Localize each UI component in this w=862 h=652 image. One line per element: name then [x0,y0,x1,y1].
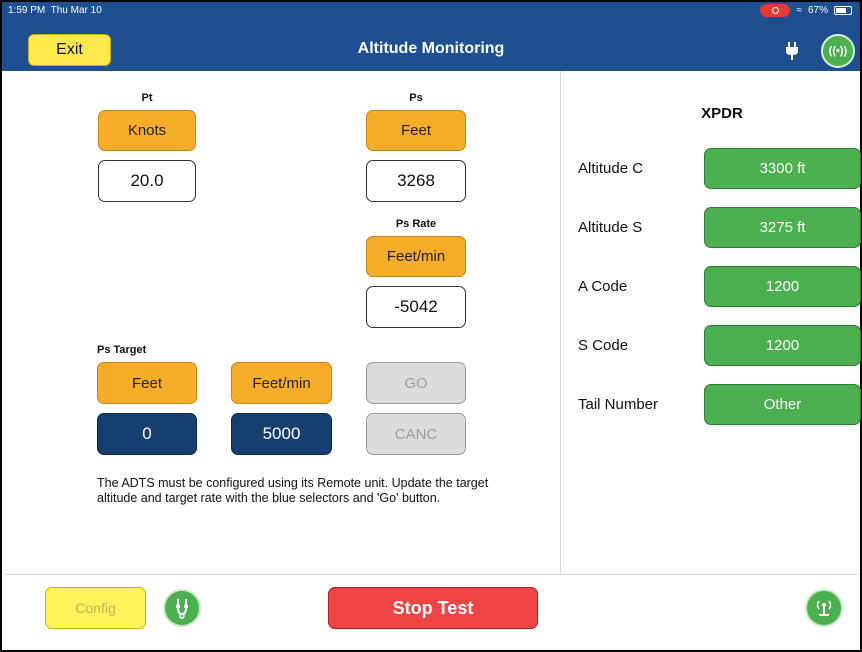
ps-label: Ps [409,92,423,104]
cable-connection-icon[interactable] [163,589,201,627]
cable-connection-glyph [176,599,188,619]
ps-target-label: Ps Target [97,344,147,356]
xpdr-row-label: Altitude C [578,160,644,177]
wireless-icon[interactable]: ((•)) [821,34,855,68]
wifi-icon: ≈ [796,5,802,16]
screen-record-icon [760,4,791,17]
battery-percent: 67% [807,5,828,16]
antenna-glyph [816,600,832,616]
xpdr-altitude-c-value[interactable]: 3300 ft [704,148,861,189]
xpdr-altitude-s-value[interactable]: 3275 ft [704,207,861,248]
ps-target-rate-unit-button[interactable]: Feet/min [231,362,332,404]
xpdr-s-code-value[interactable]: 1200 [704,325,861,366]
panel-divider [560,71,561,574]
footer-divider [4,574,860,575]
header-bar: 1:59 PM Thu Mar 10 ≈ 67% Exit Altitude M… [2,2,860,71]
stop-test-button[interactable]: Stop Test [328,587,538,629]
status-time-date: 1:59 PM Thu Mar 10 [8,5,102,16]
page-title: Altitude Monitoring [357,40,505,57]
config-button[interactable]: Config [45,587,146,629]
ps-unit-button[interactable]: Feet [366,110,466,151]
xpdr-row-label: Altitude S [578,219,643,236]
ps-rate-label: Ps Rate [395,218,437,230]
cancel-button[interactable]: CANC [366,413,466,455]
xpdr-row-label: Tail Number [578,396,659,413]
ps-rate-unit-button[interactable]: Feet/min [366,236,466,277]
xpdr-tail-number-value[interactable]: Other [704,384,861,425]
battery-icon [834,6,852,15]
ps-target-alt-unit-button[interactable]: Feet [97,362,197,404]
status-date: Thu Mar 10 [50,5,102,16]
xpdr-title: XPDR [701,105,743,122]
xpdr-row-label: A Code [578,278,628,295]
go-button[interactable]: GO [366,362,466,404]
instruction-text: The ADTS must be configured using its Re… [97,476,489,505]
pt-value: 20.0 [98,160,196,202]
ps-target-rate-selector[interactable]: 5000 [231,413,332,455]
ps-value: 3268 [366,160,466,202]
ps-target-alt-selector[interactable]: 0 [97,413,197,455]
plug-icon [786,42,798,60]
pt-label: Pt [141,92,153,104]
xpdr-row-label: S Code [578,337,629,354]
ps-rate-value: -5042 [366,286,466,328]
status-indicators: ≈ 67% [760,4,852,17]
status-time: 1:59 PM [8,5,46,16]
app-frame: 1:59 PM Thu Mar 10 ≈ 67% Exit Altitude M… [0,0,862,652]
antenna-icon[interactable] [805,589,843,627]
pt-unit-button[interactable]: Knots [98,110,196,151]
xpdr-a-code-value[interactable]: 1200 [704,266,861,307]
